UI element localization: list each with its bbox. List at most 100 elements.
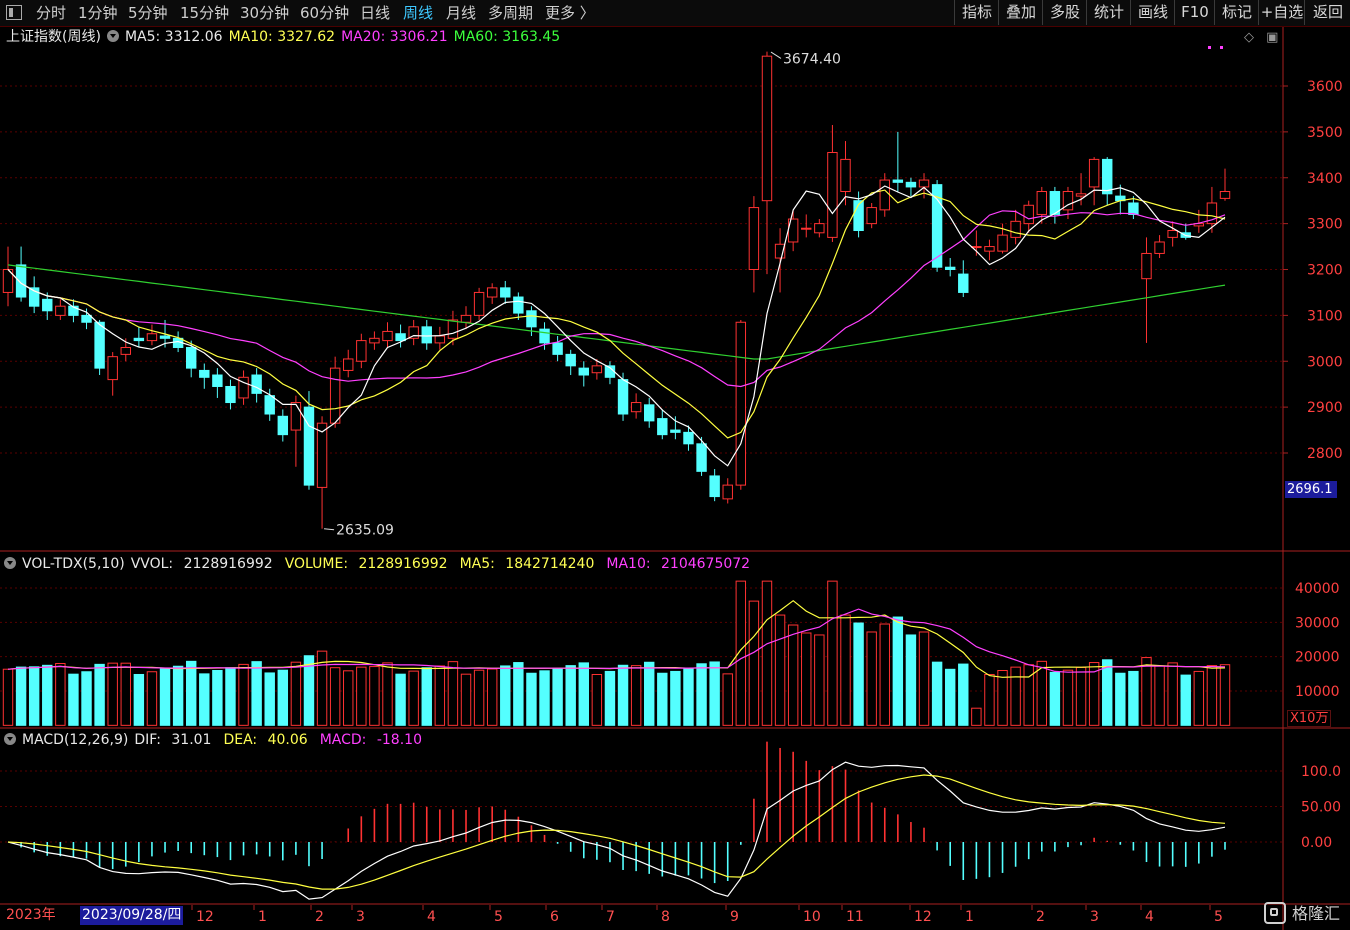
- period-tab-5[interactable]: 60分钟: [300, 3, 349, 23]
- month-label: 11: [846, 909, 864, 925]
- candle-body: [1010, 220, 1021, 238]
- macd-tick-label: 0.00: [1301, 835, 1332, 851]
- candle-body: [81, 314, 92, 323]
- tool-button-0[interactable]: 指标: [954, 0, 999, 25]
- candle-body: [55, 305, 66, 316]
- candle-body: [879, 179, 890, 211]
- volume-bar: [931, 661, 943, 726]
- price-tick-label: 3200: [1307, 263, 1343, 279]
- month-label: 6: [550, 909, 559, 925]
- tool-button-4[interactable]: 画线: [1130, 0, 1175, 25]
- volume-bar: [604, 670, 616, 726]
- volume-bar: [447, 661, 459, 726]
- candle-body: [709, 475, 720, 498]
- tool-button-6[interactable]: 标记: [1214, 0, 1259, 25]
- period-tab-3[interactable]: 15分钟: [180, 3, 229, 23]
- candle-body: [644, 404, 655, 422]
- candle-body: [447, 319, 459, 339]
- macd-tick-label: 50.00: [1301, 800, 1341, 816]
- tool-button-1[interactable]: 叠加: [998, 0, 1043, 25]
- candle-body: [539, 328, 550, 344]
- kline-chart[interactable]: 3600350034003300320031003000290028003674…: [0, 27, 1350, 930]
- month-label: 2: [1036, 909, 1045, 925]
- candle-body: [159, 335, 171, 339]
- dif-line: [7, 761, 1226, 900]
- candle-body: [997, 234, 1008, 252]
- tool-button-3[interactable]: 统计: [1086, 0, 1131, 25]
- volume-bar: [644, 661, 655, 726]
- candle-body: [120, 346, 131, 355]
- month-label: 12: [914, 909, 932, 925]
- volume-bar: [356, 666, 367, 726]
- candle-body: [944, 266, 956, 271]
- candle-body: [1075, 193, 1087, 197]
- volume-bar: [1154, 665, 1165, 726]
- volume-bar: [905, 634, 917, 726]
- volume-bar: [369, 666, 380, 726]
- period-tab-6[interactable]: 日线: [360, 3, 390, 23]
- candle-body: [94, 321, 105, 369]
- volume-bar: [421, 667, 432, 726]
- candle-body: [984, 246, 995, 252]
- candle-body: [473, 291, 485, 316]
- volume-bar: [1075, 666, 1087, 726]
- volume-bar: [918, 631, 930, 726]
- volume-bar: [657, 672, 668, 726]
- volume-bar: [866, 631, 877, 726]
- candle-body: [1102, 158, 1113, 195]
- candle-body: [827, 152, 838, 238]
- volume-bar: [526, 672, 537, 726]
- period-tab-0[interactable]: 分时: [36, 3, 66, 23]
- candle-body: [892, 179, 904, 183]
- volume-bar: [2, 668, 14, 726]
- candle-body: [526, 310, 537, 328]
- volume-bar: [630, 665, 642, 726]
- volume-bar: [290, 661, 302, 726]
- candle-body: [460, 314, 472, 323]
- candle-body: [343, 358, 354, 371]
- month-label: 4: [1145, 909, 1154, 925]
- volume-bar: [787, 624, 799, 726]
- candle-body: [185, 346, 197, 369]
- volume-bar: [696, 663, 707, 726]
- volume-bar: [984, 673, 995, 726]
- volume-bar: [133, 673, 145, 726]
- candle-body: [434, 335, 446, 344]
- candle-body: [591, 365, 603, 374]
- candle-body: [1167, 230, 1178, 238]
- candle-body: [146, 333, 158, 342]
- low-arrow: [324, 528, 335, 531]
- tool-button-7[interactable]: +自选: [1258, 0, 1305, 25]
- price-tick-label: 3600: [1307, 79, 1343, 95]
- volume-bar: [238, 663, 249, 726]
- volume-bar: [1115, 672, 1126, 726]
- volume-bar: [722, 673, 733, 726]
- period-tab-7[interactable]: 周线: [403, 3, 433, 23]
- volume-bar: [1167, 662, 1178, 726]
- tool-button-8[interactable]: 返回: [1304, 0, 1350, 25]
- volume-bar: [343, 670, 354, 726]
- volume-bar: [670, 670, 681, 726]
- price-tick-label: 2900: [1307, 400, 1343, 416]
- month-label: 10: [803, 909, 821, 925]
- candle-body: [486, 287, 498, 298]
- candle-body: [617, 379, 629, 415]
- volume-bar: [500, 665, 511, 726]
- volume-bar: [264, 672, 275, 726]
- candle-body: [212, 374, 223, 387]
- period-tab-2[interactable]: 5分钟: [128, 3, 168, 23]
- candle-body: [866, 207, 877, 225]
- tool-button-5[interactable]: F10: [1174, 0, 1215, 25]
- candle-body: [303, 406, 315, 486]
- cursor-date-tag: 2023/09/28/四: [80, 906, 184, 925]
- period-tab-9[interactable]: 多周期: [488, 3, 533, 23]
- tool-button-2[interactable]: 多股: [1042, 0, 1087, 25]
- candle-body: [1141, 252, 1152, 280]
- period-tab-10[interactable]: 更多 〉: [545, 3, 595, 23]
- period-tab-4[interactable]: 30分钟: [240, 3, 289, 23]
- period-tab-8[interactable]: 月线: [446, 3, 476, 23]
- candle-body: [1154, 241, 1165, 254]
- period-tab-1[interactable]: 1分钟: [78, 3, 118, 23]
- panel-toggle-icon[interactable]: [6, 5, 22, 20]
- month-label: 1: [965, 909, 974, 925]
